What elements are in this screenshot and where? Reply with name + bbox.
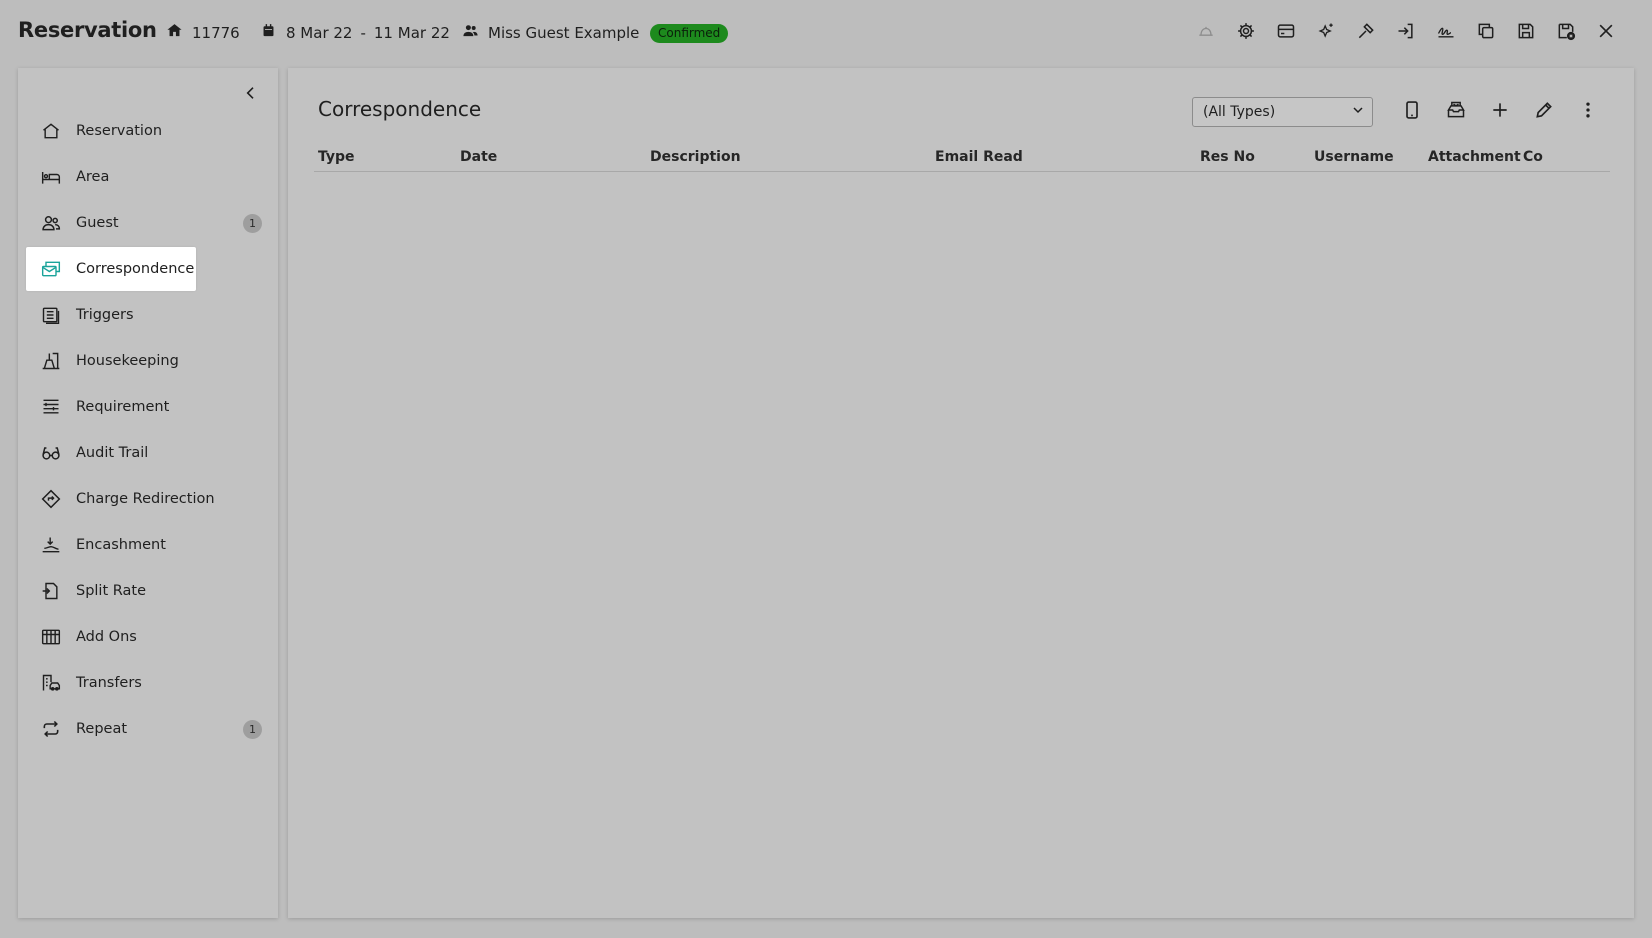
- correspondence-panel: Correspondence (All Types) Type Date Des…: [288, 68, 1634, 918]
- mail-tray-icon: [1446, 100, 1466, 124]
- column-header-date[interactable]: Date: [460, 149, 497, 165]
- column-header-description[interactable]: Description: [650, 149, 741, 165]
- redirect-icon: [40, 488, 62, 510]
- column-header-username[interactable]: Username: [1314, 149, 1394, 165]
- credit-card-icon: [1276, 21, 1296, 45]
- sidebar-item-housekeeping[interactable]: Housekeeping: [26, 339, 270, 383]
- panel-title: Correspondence: [318, 97, 482, 121]
- type-filter-select[interactable]: (All Types): [1192, 97, 1373, 127]
- top-toolbar: [1186, 19, 1626, 47]
- more-options-button[interactable]: [1566, 96, 1610, 128]
- tools-button[interactable]: [1346, 19, 1386, 47]
- column-header-email-read[interactable]: Email Read: [935, 149, 1023, 165]
- sidebar-item-transfers[interactable]: Transfers: [26, 661, 270, 705]
- add-correspondence-button[interactable]: [1478, 96, 1522, 128]
- email-button[interactable]: [1434, 96, 1478, 128]
- sign-in-icon: [1396, 21, 1416, 45]
- close-button[interactable]: [1586, 19, 1626, 47]
- sidebar-item-split-rate[interactable]: Split Rate: [26, 569, 270, 613]
- sidebar-item-requirement[interactable]: Requirement: [26, 385, 270, 429]
- save-close-icon: [1556, 21, 1576, 45]
- gear-icon: [1236, 21, 1256, 45]
- correspondence-icon: [40, 258, 62, 280]
- column-header-attachment[interactable]: Attachment: [1428, 149, 1521, 165]
- payment-button[interactable]: [1266, 19, 1306, 47]
- chevron-down-icon: [1352, 104, 1364, 120]
- encashment-icon: [40, 534, 62, 556]
- sidebar-item-charge-redirection[interactable]: Charge Redirection: [26, 477, 270, 521]
- bed-icon: [40, 166, 62, 188]
- plus-icon: [1490, 100, 1510, 124]
- status-badge: Confirmed: [650, 24, 729, 43]
- reservation-number: 11776: [166, 22, 240, 43]
- collapse-sidebar-button[interactable]: [240, 84, 262, 106]
- bell-icon: [1196, 21, 1216, 45]
- bell-button[interactable]: [1186, 19, 1226, 47]
- guest-count-badge: 1: [243, 214, 262, 233]
- repeat-icon: [40, 718, 62, 740]
- save-button[interactable]: [1506, 19, 1546, 47]
- sidebar-item-repeat[interactable]: Repeat 1: [26, 707, 270, 751]
- requirement-icon: [40, 396, 62, 418]
- sidebar-item-correspondence[interactable]: Correspondence: [26, 247, 196, 291]
- sidebar-nav: Reservation Area Guest 1 Correspondence: [26, 109, 270, 753]
- sidebar-item-encashment[interactable]: Encashment: [26, 523, 270, 567]
- more-vertical-icon: [1578, 100, 1598, 124]
- check-in-button[interactable]: [1386, 19, 1426, 47]
- top-bar: Reservation 11776 8 Mar 22 - 11 Mar 22 M…: [0, 0, 1652, 66]
- chevron-left-icon: [243, 85, 259, 105]
- copy-icon: [1476, 21, 1496, 45]
- settings-button[interactable]: [1226, 19, 1266, 47]
- reservation-dates: 8 Mar 22 - 11 Mar 22: [260, 22, 450, 43]
- house-icon: [166, 22, 192, 43]
- sidebar: Reservation Area Guest 1 Correspondence: [18, 68, 278, 918]
- glasses-icon: [40, 442, 62, 464]
- guest-name: Miss Guest Example: [462, 22, 639, 43]
- sidebar-item-guest[interactable]: Guest 1: [26, 201, 270, 245]
- sidebar-item-audit-trail[interactable]: Audit Trail: [26, 431, 270, 475]
- date-to: 11 Mar 22: [373, 23, 450, 42]
- add-ons-icon: [40, 626, 62, 648]
- repeat-count-badge: 1: [243, 720, 262, 739]
- sidebar-item-triggers[interactable]: Triggers: [26, 293, 270, 337]
- sidebar-item-reservation[interactable]: Reservation: [26, 109, 270, 153]
- mobile-icon: [1402, 100, 1422, 124]
- housekeeping-icon: [40, 350, 62, 372]
- signature-button[interactable]: [1426, 19, 1466, 47]
- date-from: 8 Mar 22: [286, 23, 353, 42]
- close-icon: [1596, 21, 1616, 45]
- guests-icon: [462, 22, 488, 43]
- page-title: Reservation: [18, 18, 157, 42]
- type-filter-value: (All Types): [1203, 104, 1276, 120]
- save-icon: [1516, 21, 1536, 45]
- date-separator: -: [360, 23, 366, 42]
- highlight-button[interactable]: [1306, 19, 1346, 47]
- sms-button[interactable]: [1390, 96, 1434, 128]
- home-icon: [40, 120, 62, 142]
- transfers-icon: [40, 672, 62, 694]
- sparkle-icon: [1316, 21, 1336, 45]
- signature-icon: [1436, 21, 1456, 45]
- guests-icon: [40, 212, 62, 234]
- column-header-res-no[interactable]: Res No: [1200, 149, 1255, 165]
- calendar-icon: [260, 22, 286, 43]
- triggers-icon: [40, 304, 62, 326]
- column-header-co[interactable]: Co: [1523, 149, 1543, 165]
- panel-toolbar: [1390, 96, 1610, 128]
- save-close-button[interactable]: [1546, 19, 1586, 47]
- column-header-type[interactable]: Type: [318, 149, 355, 165]
- sidebar-item-add-ons[interactable]: Add Ons: [26, 615, 270, 659]
- edit-correspondence-button[interactable]: [1522, 96, 1566, 128]
- sidebar-item-area[interactable]: Area: [26, 155, 270, 199]
- split-rate-icon: [40, 580, 62, 602]
- pencil-icon: [1534, 100, 1554, 124]
- table-header: Type Date Description Email Read Res No …: [314, 146, 1610, 172]
- hammer-icon: [1356, 21, 1376, 45]
- copy-button[interactable]: [1466, 19, 1506, 47]
